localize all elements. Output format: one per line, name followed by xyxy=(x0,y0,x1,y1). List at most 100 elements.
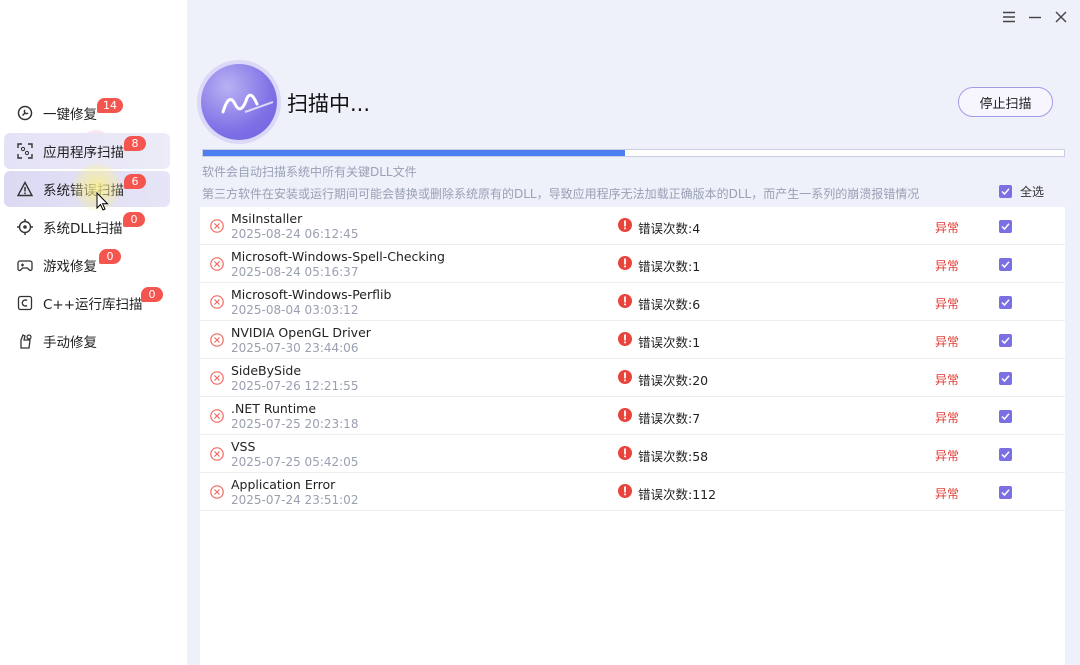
table-row: Application Error 2025-07-24 23:51:02 错误… xyxy=(200,473,1065,511)
sidebar-item-app-scan[interactable]: 应用程序扫描 xyxy=(4,133,170,169)
error-count: 错误次数:1 xyxy=(638,259,701,274)
main-panel: 扫描中... 停止扫描 软件会自动扫描系统中所有关键DLL文件 第三方软件在安装… xyxy=(187,0,1080,665)
error-count: 错误次数:7 xyxy=(638,411,701,426)
warning-triangle-icon xyxy=(16,180,34,198)
exclamation-icon xyxy=(618,332,632,346)
sidebar-item-system-dll-scan[interactable]: 系统DLL扫描 xyxy=(4,209,170,245)
sidebar-item-manual-repair[interactable]: 手动修复 xyxy=(4,323,170,359)
sidebar-item-system-error-scan[interactable]: 系统错误扫描 xyxy=(4,171,170,207)
event-source-name: VSS xyxy=(231,439,256,454)
error-circle-icon xyxy=(210,485,224,499)
hand-tool-icon xyxy=(16,332,34,350)
error-circle-icon xyxy=(210,257,224,271)
scan-progress-bar xyxy=(202,149,1065,157)
event-source-name: Microsoft-Windows-Spell-Checking xyxy=(231,249,445,264)
row-checkbox[interactable] xyxy=(999,220,1012,233)
row-checkbox[interactable] xyxy=(999,296,1012,309)
error-count: 错误次数:58 xyxy=(638,449,709,464)
hamburger-icon[interactable] xyxy=(999,9,1019,28)
row-checkbox[interactable] xyxy=(999,448,1012,461)
error-circle-icon xyxy=(210,409,224,423)
event-timestamp: 2025-07-30 23:44:06 xyxy=(231,341,359,355)
table-row: Microsoft-Windows-Spell-Checking 2025-08… xyxy=(200,245,1065,283)
event-timestamp: 2025-07-24 23:51:02 xyxy=(231,493,359,507)
exclamation-icon xyxy=(618,408,632,422)
checkbox-checked-icon xyxy=(999,185,1012,198)
event-timestamp: 2025-07-25 05:42:05 xyxy=(231,455,359,469)
minimize-icon[interactable] xyxy=(1025,9,1045,28)
error-circle-icon xyxy=(210,333,224,347)
table-row: NVIDIA OpenGL Driver 2025-07-30 23:44:06… xyxy=(200,321,1065,359)
event-timestamp: 2025-08-24 05:16:37 xyxy=(231,265,359,279)
gamepad-icon xyxy=(16,256,34,274)
mouse-pointer-icon xyxy=(96,192,109,211)
error-count: 错误次数:112 xyxy=(638,487,717,502)
status-label: 异常 xyxy=(935,487,960,501)
count-badge: 8 xyxy=(124,136,146,151)
event-timestamp: 2025-07-25 20:23:18 xyxy=(231,417,359,431)
count-badge: 14 xyxy=(97,98,123,113)
sidebar-item-label: C++运行库扫描 xyxy=(43,297,143,313)
event-timestamp: 2025-07-26 12:21:55 xyxy=(231,379,359,393)
status-label: 异常 xyxy=(935,335,960,349)
event-source-name: Application Error xyxy=(231,477,336,492)
c-box-icon xyxy=(16,294,34,312)
table-row: .NET Runtime 2025-07-25 20:23:18 错误次数:7 … xyxy=(200,397,1065,435)
sidebar-item-label: 系统DLL扫描 xyxy=(43,221,123,237)
event-source-name: SideBySide xyxy=(231,363,302,378)
close-icon[interactable] xyxy=(1051,9,1071,28)
exclamation-icon xyxy=(618,446,632,460)
sidebar: 一键修复 14 应用程序扫描 8 系统错误扫描 6 系统DLL扫描 0 游戏修复… xyxy=(0,0,187,665)
table-row: MsiInstaller 2025-08-24 06:12:45 错误次数:4 … xyxy=(200,207,1065,245)
error-count: 错误次数:20 xyxy=(638,373,709,388)
row-checkbox[interactable] xyxy=(999,410,1012,423)
page-title: 扫描中... xyxy=(287,92,371,116)
count-badge: 0 xyxy=(99,249,121,264)
row-checkbox[interactable] xyxy=(999,258,1012,271)
select-all-checkbox[interactable]: 全选 xyxy=(999,183,1044,200)
hint-text-detail: 第三方软件在安装或运行期间可能会替换或删除系统原有的DLL，导致应用程序无法加载… xyxy=(202,187,920,201)
error-circle-icon xyxy=(210,371,224,385)
wrench-icon xyxy=(16,104,34,122)
count-badge: 6 xyxy=(124,174,146,189)
row-checkbox[interactable] xyxy=(999,486,1012,499)
event-timestamp: 2025-08-04 03:03:12 xyxy=(231,303,359,317)
progress-fill xyxy=(203,150,625,156)
scan-animation-icon xyxy=(201,64,277,140)
error-list: MsiInstaller 2025-08-24 06:12:45 错误次数:4 … xyxy=(200,207,1065,665)
exclamation-icon xyxy=(618,484,632,498)
table-row: Microsoft-Windows-Perflib 2025-08-04 03:… xyxy=(200,283,1065,321)
count-badge: 0 xyxy=(123,212,145,227)
scan-icon xyxy=(16,142,34,160)
stop-scan-button[interactable]: 停止扫描 xyxy=(958,87,1053,117)
row-checkbox[interactable] xyxy=(999,334,1012,347)
error-circle-icon xyxy=(210,295,224,309)
count-badge: 0 xyxy=(141,287,163,302)
hint-text: 软件会自动扫描系统中所有关键DLL文件 xyxy=(202,165,417,179)
event-source-name: .NET Runtime xyxy=(231,401,317,416)
status-label: 异常 xyxy=(935,411,960,425)
event-timestamp: 2025-08-24 06:12:45 xyxy=(231,227,359,241)
exclamation-icon xyxy=(618,256,632,270)
select-all-label: 全选 xyxy=(1020,185,1045,199)
event-source-name: MsiInstaller xyxy=(231,211,303,226)
sidebar-item-one-click-repair[interactable]: 一键修复 xyxy=(4,95,170,131)
table-row: VSS 2025-07-25 05:42:05 错误次数:58 异常 xyxy=(200,435,1065,473)
status-label: 异常 xyxy=(935,373,960,387)
sidebar-item-label: 游戏修复 xyxy=(43,259,97,275)
sidebar-item-label: 一键修复 xyxy=(43,107,97,123)
status-label: 异常 xyxy=(935,449,960,463)
exclamation-icon xyxy=(618,294,632,308)
error-count: 错误次数:1 xyxy=(638,335,701,350)
sidebar-item-label: 系统错误扫描 xyxy=(43,183,124,199)
error-count: 错误次数:6 xyxy=(638,297,701,312)
status-label: 异常 xyxy=(935,259,960,273)
exclamation-icon xyxy=(618,370,632,384)
status-label: 异常 xyxy=(935,297,960,311)
sidebar-item-game-repair[interactable]: 游戏修复 xyxy=(4,247,170,283)
row-checkbox[interactable] xyxy=(999,372,1012,385)
sidebar-item-label: 手动修复 xyxy=(43,335,97,351)
table-row: SideBySide 2025-07-26 12:21:55 错误次数:20 异… xyxy=(200,359,1065,397)
status-label: 异常 xyxy=(935,221,960,235)
event-source-name: Microsoft-Windows-Perflib xyxy=(231,287,392,302)
